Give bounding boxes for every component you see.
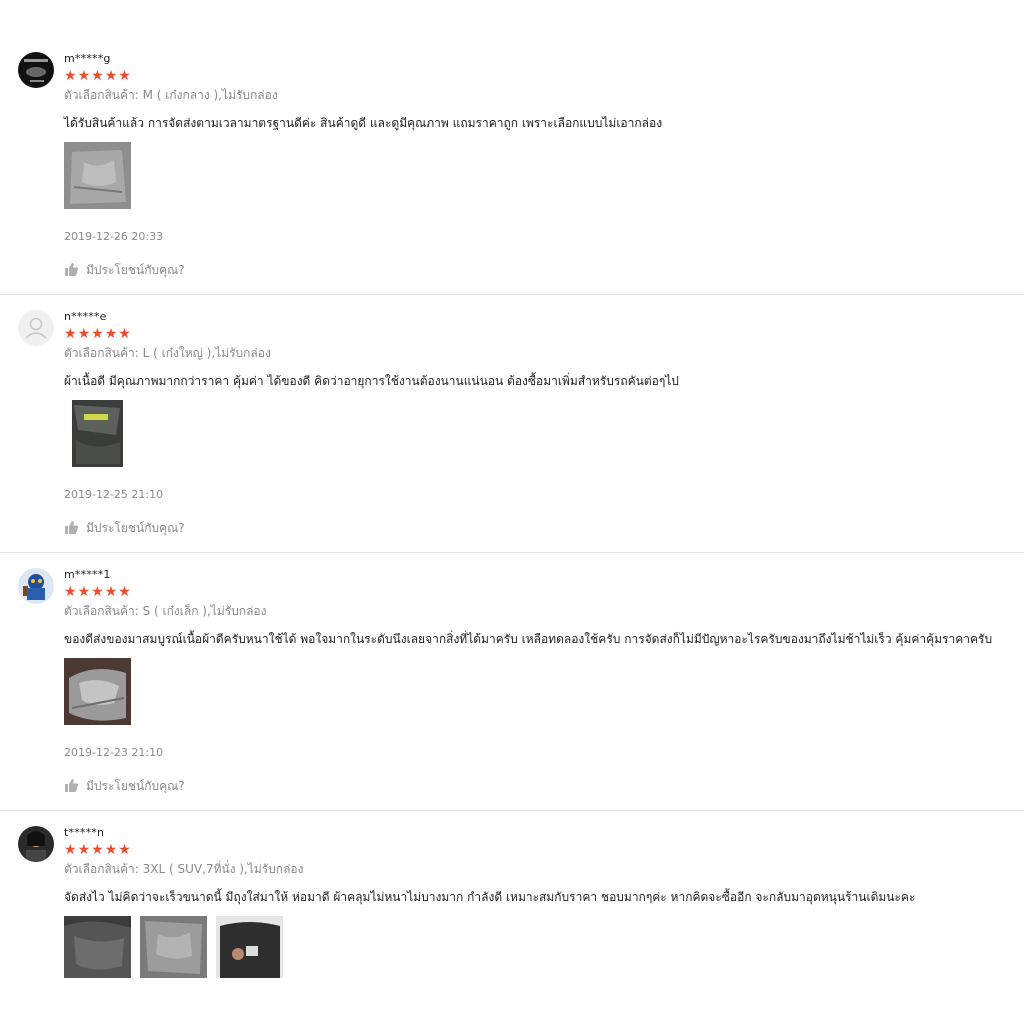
review-photo[interactable] [64,142,131,209]
review-photo[interactable] [216,916,283,983]
review-photos [64,658,131,725]
star-icon: ★ [118,68,131,84]
thumbs-up-icon [64,778,79,795]
avatar[interactable] [18,310,54,346]
divider [0,552,1024,553]
star-icon: ★ [64,584,77,600]
star-rating: ★ ★ ★ ★ ★ [64,585,131,599]
star-icon: ★ [91,842,104,858]
review-date: 2019-12-23 21:10 [64,746,164,759]
thumbs-up-icon [64,520,79,537]
review-photo[interactable] [64,400,131,467]
star-rating: ★ ★ ★ ★ ★ [64,327,131,341]
star-icon: ★ [91,584,104,600]
review-photos [64,142,131,209]
review-comment: จัดส่งไว ไม่คิดว่าจะเร็วขนาดนี้ มีถุงใส่… [64,890,916,904]
star-icon: ★ [104,842,118,858]
star-icon: ★ [91,68,104,84]
star-icon: ★ [64,842,77,858]
star-icon: ★ [118,584,131,600]
review-photo[interactable] [64,658,131,725]
star-icon: ★ [118,842,131,858]
star-rating: ★ ★ ★ ★ ★ [64,69,131,83]
star-icon: ★ [104,584,118,600]
divider [0,810,1024,811]
star-icon: ★ [64,326,77,342]
reviewer-username: m*****g [64,52,111,65]
star-icon: ★ [104,326,118,342]
star-icon: ★ [77,68,91,84]
review-comment: ได้รับสินค้าแล้ว การจัดส่งตามเวลามาตรฐาน… [64,116,663,130]
reviewer-username: t*****n [64,826,105,839]
helpful-label: มีประโยชน์กับคุณ? [86,263,185,277]
thumbs-up-icon [64,262,79,279]
review-photo[interactable] [140,916,207,983]
avatar[interactable] [18,52,54,88]
star-icon: ★ [77,842,91,858]
review-date: 2019-12-26 20:33 [64,230,164,243]
avatar[interactable] [18,826,54,862]
product-variation: ตัวเลือกสินค้า: S ( เก๋งเล็ก ),ไม่รับกล่… [64,604,267,618]
helpful-button[interactable]: มีประโยชน์กับคุณ? [64,777,185,796]
divider [0,294,1024,295]
review-date: 2019-12-25 21:10 [64,488,164,501]
helpful-button[interactable]: มีประโยชน์กับคุณ? [64,261,185,280]
star-icon: ★ [104,68,118,84]
helpful-label: มีประโยชน์กับคุณ? [86,779,185,793]
review-comment: ผ้าเนื้อดี มีคุณภาพมากกว่าราคา คุ้มค่า ไ… [64,374,679,388]
review-photo[interactable] [64,916,131,983]
helpful-button[interactable]: มีประโยชน์กับคุณ? [64,519,185,538]
review-photos [64,400,131,467]
review-photos [64,916,283,983]
product-variation: ตัวเลือกสินค้า: L ( เก๋งใหญ่ ),ไม่รับกล่… [64,346,271,360]
product-variation: ตัวเลือกสินค้า: M ( เก๋งกลาง ),ไม่รับกล่… [64,88,278,102]
reviewer-username: n*****e [64,310,107,323]
reviewer-username: m*****1 [64,568,111,581]
helpful-label: มีประโยชน์กับคุณ? [86,521,185,535]
star-icon: ★ [64,68,77,84]
star-icon: ★ [77,584,91,600]
review-comment: ของดีส่งของมาสมบูรณ์เนื้อผ้าดีครับหนาใช้… [64,632,993,646]
avatar[interactable] [18,568,54,604]
star-icon: ★ [91,326,104,342]
product-variation: ตัวเลือกสินค้า: 3XL ( SUV,7ที่นั่ง ),ไม่… [64,862,304,876]
star-rating: ★ ★ ★ ★ ★ [64,843,131,857]
star-icon: ★ [118,326,131,342]
star-icon: ★ [77,326,91,342]
